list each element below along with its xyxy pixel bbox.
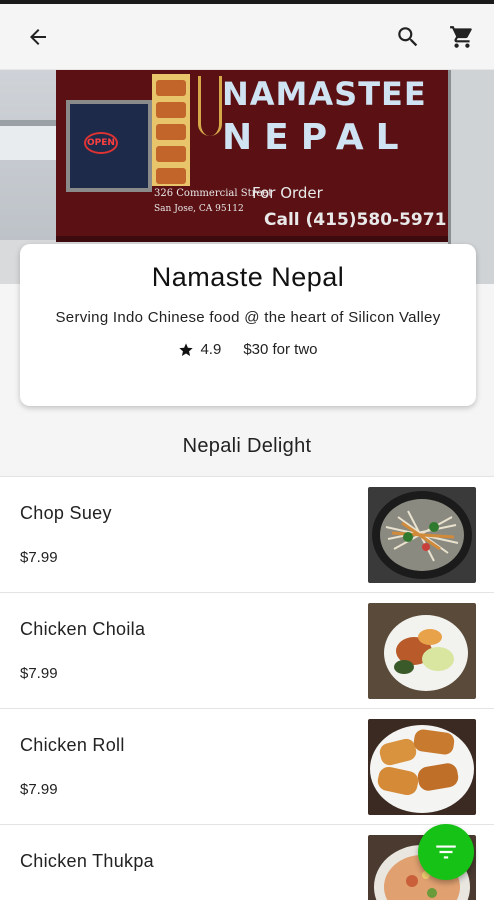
truck-address-line2: San Jose, CA 95112 bbox=[154, 204, 244, 214]
menu-item-price: $7.99 bbox=[20, 549, 58, 566]
menu-list: Chop Suey $7.99 Chicken Choila $7.99 Chi… bbox=[0, 476, 494, 900]
restaurant-info-card: Namaste Nepal Serving Indo Chinese food … bbox=[20, 244, 476, 406]
truck-phone: Call (415)580-5971 bbox=[264, 210, 447, 230]
rating: 4.9 bbox=[178, 341, 221, 358]
star-icon bbox=[179, 342, 194, 356]
menu-board bbox=[152, 74, 190, 186]
filter-icon bbox=[436, 845, 456, 859]
tent-awning bbox=[0, 120, 60, 160]
menu-item-name: Chicken Roll bbox=[20, 735, 125, 755]
menu-item[interactable]: Chicken Choila $7.99 bbox=[0, 592, 494, 708]
menu-item-name: Chicken Thukpa bbox=[20, 851, 154, 871]
food-truck: OPEN NAMASTEE NEPAL 326 Commercial Stree… bbox=[56, 70, 448, 242]
menu-item[interactable]: Chop Suey $7.99 bbox=[0, 476, 494, 592]
truck-title: NAMASTEE NEPAL bbox=[222, 75, 427, 158]
restaurant-name: Namaste Nepal bbox=[151, 262, 345, 292]
app-bar bbox=[0, 4, 494, 70]
price-for-two: $30 for two bbox=[243, 341, 318, 358]
restaurant-tagline: Serving Indo Chinese food @ the heart of… bbox=[55, 309, 441, 326]
menu-item-name: Chicken Choila bbox=[20, 619, 146, 639]
search-icon[interactable] bbox=[394, 23, 422, 51]
menu-item-image bbox=[368, 487, 476, 583]
open-sign: OPEN bbox=[84, 132, 118, 154]
truck-window: OPEN bbox=[66, 100, 152, 192]
restaurant-meta: 4.9 $30 for two bbox=[20, 341, 476, 358]
shopping-cart-icon[interactable] bbox=[448, 23, 476, 51]
truck-logo-art bbox=[198, 76, 222, 136]
rating-value: 4.9 bbox=[200, 341, 222, 358]
menu-item-image bbox=[368, 719, 476, 815]
menu-item-name: Chop Suey bbox=[20, 503, 112, 523]
menu-item-price: $7.99 bbox=[20, 781, 58, 798]
truck-order-label: For Order bbox=[252, 184, 323, 202]
menu-section-title: Nepali Delight bbox=[182, 435, 312, 457]
arrow-back-icon[interactable] bbox=[24, 23, 52, 51]
menu-item[interactable]: Chicken Roll $7.99 bbox=[0, 708, 494, 824]
menu-item-price: $7.99 bbox=[20, 665, 58, 682]
filter-button[interactable] bbox=[418, 824, 474, 880]
menu-item-image bbox=[368, 603, 476, 699]
